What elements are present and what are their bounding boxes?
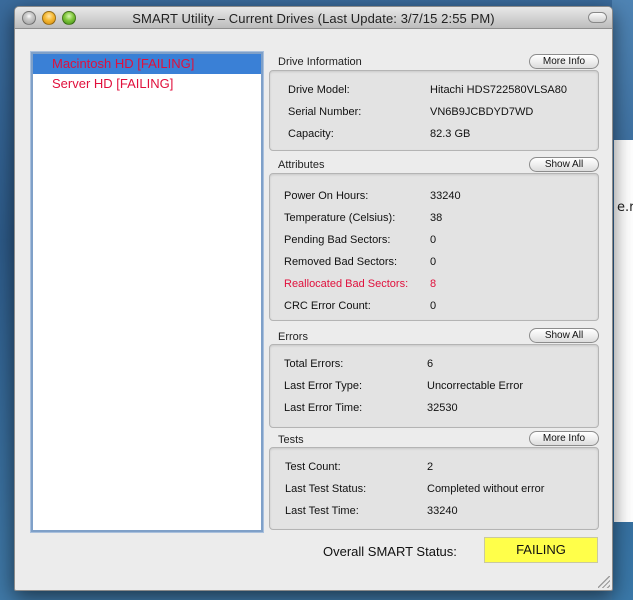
tests-heading: Tests — [278, 434, 304, 446]
drive-information-heading: Drive Information — [278, 56, 362, 68]
background-window — [614, 140, 633, 522]
last-error-type-value: Uncorrectable Error — [427, 380, 523, 392]
removed-bad-sectors-value: 0 — [430, 256, 437, 268]
reallocated-bad-sectors-value: 8 — [430, 278, 437, 290]
overall-smart-status-label: Overall SMART Status: — [323, 544, 457, 559]
smart-utility-window: SMART Utility – Current Drives (Last Upd… — [14, 6, 613, 591]
removed-bad-sectors-label: Removed Bad Sectors: — [284, 256, 398, 268]
tests-group: Test Count: 2 Last Test Status: Complete… — [269, 447, 599, 530]
drive-information-group: Drive Model: Hitachi HDS722580VLSA80 Ser… — [269, 70, 599, 151]
last-error-type-label: Last Error Type: — [284, 380, 363, 392]
attributes-group: Power On Hours: 33240 Temperature (Celsi… — [269, 173, 599, 321]
last-error-time-label: Last Error Time: — [284, 402, 363, 414]
power-on-hours-label: Power On Hours: — [284, 190, 369, 202]
background-window-text: e.r — [617, 200, 633, 215]
total-errors-label: Total Errors: — [284, 358, 344, 370]
last-test-status-label: Last Test Status: — [285, 483, 367, 495]
capacity-label: Capacity: — [288, 128, 334, 140]
last-error-time-value: 32530 — [427, 402, 458, 414]
reallocated-bad-sectors-label: Reallocated Bad Sectors: — [284, 278, 409, 290]
temperature-value: 38 — [430, 212, 443, 224]
drive-model-value: Hitachi HDS722580VLSA80 — [430, 84, 567, 96]
attributes-heading: Attributes — [278, 159, 325, 171]
errors-group: Total Errors: 6 Last Error Type: Uncorre… — [269, 344, 599, 428]
last-test-status-value: Completed without error — [427, 483, 545, 495]
attributes-show-all-button[interactable]: Show All — [529, 157, 599, 172]
test-count-value: 2 — [427, 461, 434, 473]
drive-list[interactable]: Macintosh HD [FAILING] Server HD [FAILIN… — [31, 52, 263, 532]
test-count-label: Test Count: — [285, 461, 341, 473]
last-test-time-label: Last Test Time: — [285, 505, 359, 517]
pending-bad-sectors-value: 0 — [430, 234, 437, 246]
errors-show-all-button[interactable]: Show All — [529, 328, 599, 343]
pending-bad-sectors-label: Pending Bad Sectors: — [284, 234, 391, 246]
errors-heading: Errors — [278, 331, 308, 343]
capacity-value: 82.3 GB — [430, 128, 471, 140]
window-title: SMART Utility – Current Drives (Last Upd… — [132, 11, 495, 26]
toolbar-toggle-button[interactable] — [588, 12, 607, 23]
drive-info-more-info-button[interactable]: More Info — [529, 54, 599, 69]
temperature-label: Temperature (Celsius): — [284, 212, 396, 224]
tests-more-info-button[interactable]: More Info — [529, 431, 599, 446]
title-bar[interactable]: SMART Utility – Current Drives (Last Upd… — [15, 7, 612, 29]
crc-error-count-value: 0 — [430, 300, 437, 312]
drive-item-server-hd[interactable]: Server HD [FAILING] — [33, 74, 261, 94]
drive-item-macintosh-hd[interactable]: Macintosh HD [FAILING] — [33, 54, 261, 74]
drive-model-label: Drive Model: — [288, 84, 350, 96]
serial-number-label: Serial Number: — [288, 106, 362, 118]
power-on-hours-value: 33240 — [430, 190, 461, 202]
total-errors-value: 6 — [427, 358, 434, 370]
serial-number-value: VN6B9JCBDYD7WD — [430, 106, 534, 118]
resize-grip-icon[interactable] — [598, 576, 610, 588]
crc-error-count-label: CRC Error Count: — [284, 300, 371, 312]
overall-smart-status-badge: FAILING — [484, 537, 598, 563]
last-test-time-value: 33240 — [427, 505, 458, 517]
